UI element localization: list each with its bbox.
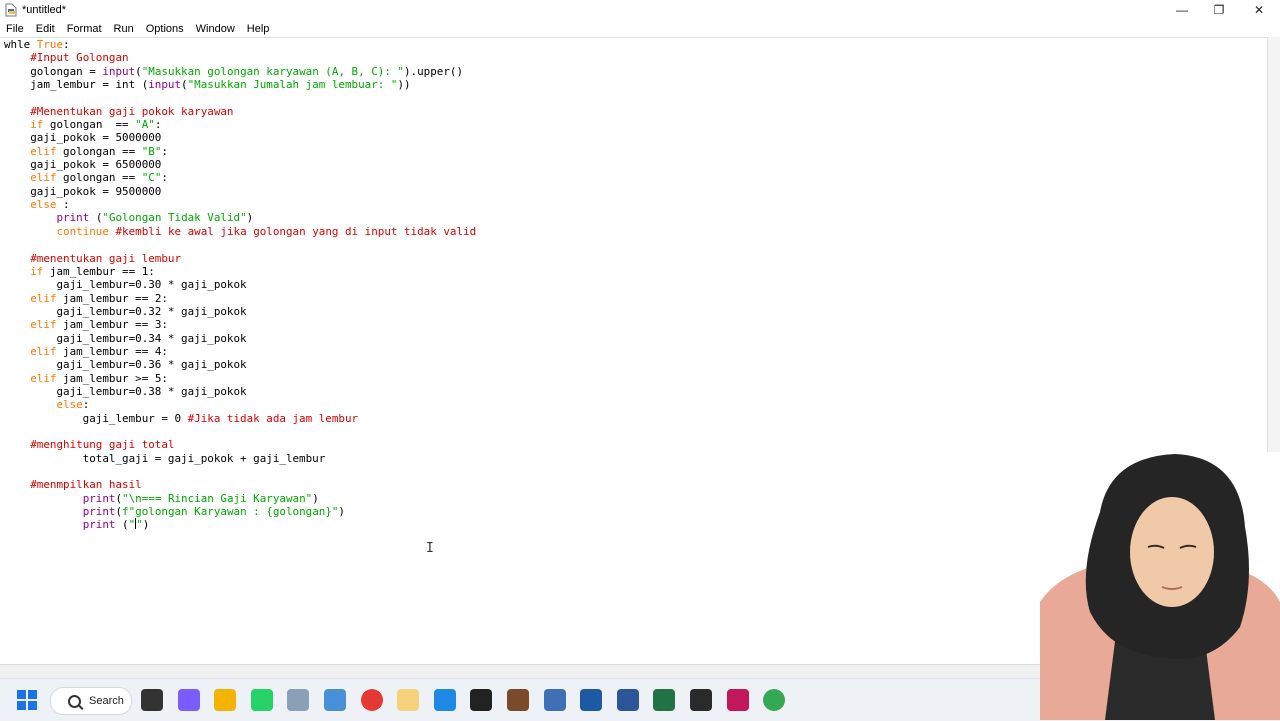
taskbar-search-box[interactable]: Search — [50, 687, 132, 715]
menu-format[interactable]: Format — [61, 23, 108, 35]
idle-python-icon[interactable] — [726, 689, 749, 711]
window-title: *untitled* — [22, 4, 67, 16]
menu-run[interactable]: Run — [108, 23, 140, 35]
code-text[interactable]: whle True: #Input Golongan golongan = in… — [4, 38, 476, 532]
minimize-button[interactable]: — — [1162, 0, 1202, 20]
cat-app-icon[interactable] — [397, 689, 420, 711]
virtualbox-icon[interactable] — [580, 689, 603, 711]
menu-options[interactable]: Options — [140, 23, 190, 35]
word-icon[interactable] — [616, 689, 639, 711]
presenter-app-icon[interactable] — [543, 689, 566, 711]
character-app-icon[interactable] — [507, 689, 529, 711]
menu-window[interactable]: Window — [190, 23, 241, 35]
maximize-button[interactable]: ❐ — [1199, 0, 1239, 20]
python-idle-icon — [4, 3, 18, 17]
menu-help[interactable]: Help — [241, 23, 276, 35]
chrome-profile-icon[interactable] — [763, 689, 786, 711]
copilot-icon[interactable] — [177, 689, 200, 711]
windows-start-icon[interactable] — [17, 690, 37, 710]
file-explorer-icon[interactable] — [214, 689, 237, 711]
menu-bar: File Edit Format Run Options Window Help — [0, 20, 1280, 37]
snipping-tool-icon[interactable] — [287, 689, 310, 711]
search-icon — [68, 694, 81, 708]
chrome-icon[interactable] — [360, 689, 383, 711]
task-view-icon[interactable] — [141, 689, 163, 711]
text-cursor-icon: I — [426, 541, 434, 556]
vscode-icon[interactable] — [433, 689, 456, 711]
paint-icon[interactable] — [324, 689, 346, 711]
webcam-presenter-image — [1040, 452, 1280, 720]
close-button[interactable]: ✕ — [1239, 0, 1279, 20]
menu-file[interactable]: File — [0, 23, 30, 35]
whatsapp-icon[interactable] — [250, 689, 273, 711]
obs-icon[interactable] — [690, 689, 712, 711]
excel-icon[interactable] — [653, 689, 676, 711]
soccer-app-icon[interactable] — [470, 689, 493, 711]
search-label: Search — [89, 695, 124, 707]
title-bar: *untitled* — ❐ ✕ — [0, 0, 1280, 20]
menu-edit[interactable]: Edit — [30, 23, 61, 35]
